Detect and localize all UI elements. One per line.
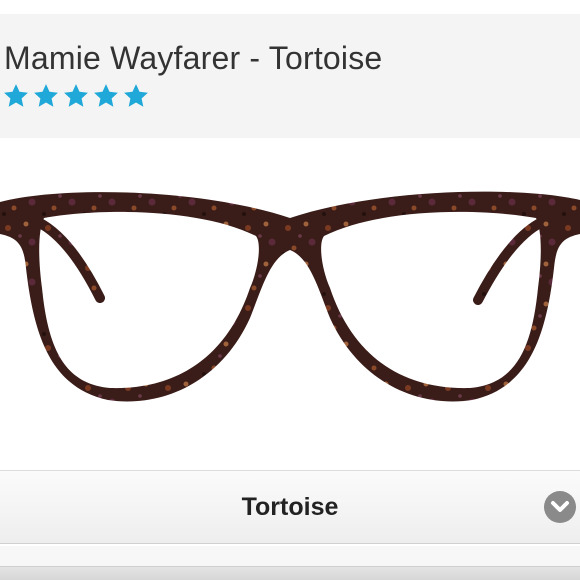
product-title: Mamie Wayfarer - Tortoise bbox=[4, 40, 383, 76]
color-selector[interactable]: Tortoise bbox=[0, 470, 580, 544]
top-spacer bbox=[0, 0, 580, 14]
product-header: Mamie Wayfarer - Tortoise bbox=[0, 14, 580, 138]
star-icon bbox=[62, 82, 90, 110]
selected-color: Tortoise bbox=[241, 493, 339, 521]
next-section-edge bbox=[0, 566, 580, 580]
glasses-image bbox=[0, 191, 580, 402]
star-icon bbox=[32, 82, 60, 110]
rating-stars bbox=[2, 82, 150, 110]
chevron-down-icon[interactable] bbox=[544, 491, 576, 523]
product-image-area bbox=[0, 138, 580, 468]
product-page: Mamie Wayfarer - Tortoise Tortoise bbox=[0, 0, 580, 580]
star-icon bbox=[122, 82, 150, 110]
star-icon bbox=[2, 82, 30, 110]
star-icon bbox=[92, 82, 120, 110]
